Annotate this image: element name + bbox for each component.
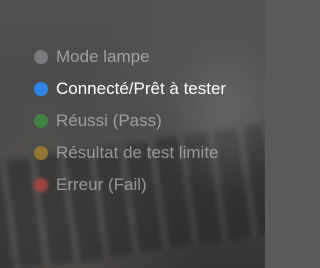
legend-item-pass: Réussi (Pass) <box>34 110 264 132</box>
legend-label: Erreur (Fail) <box>56 175 147 194</box>
status-dot-icon <box>34 114 48 128</box>
legend-item-connected: Connecté/Prêt à tester <box>34 78 264 100</box>
legend-item-limit-result: Résultat de test limite <box>34 142 264 164</box>
status-legend: Mode lampe Connecté/Prêt à tester Réussi… <box>34 46 264 206</box>
status-dot-icon <box>34 178 48 192</box>
status-dot-icon <box>34 146 48 160</box>
legend-item-fail: Erreur (Fail) <box>34 174 264 196</box>
background-photo: Mode lampe Connecté/Prêt à tester Réussi… <box>0 0 265 268</box>
legend-label: Mode lampe <box>56 47 150 66</box>
legend-item-lamp-mode: Mode lampe <box>34 46 264 68</box>
legend-label: Réussi (Pass) <box>56 111 162 130</box>
status-dot-icon <box>34 50 48 64</box>
legend-label: Connecté/Prêt à tester <box>56 79 227 98</box>
status-dot-icon <box>34 82 48 96</box>
legend-label: Résultat de test limite <box>56 143 219 162</box>
